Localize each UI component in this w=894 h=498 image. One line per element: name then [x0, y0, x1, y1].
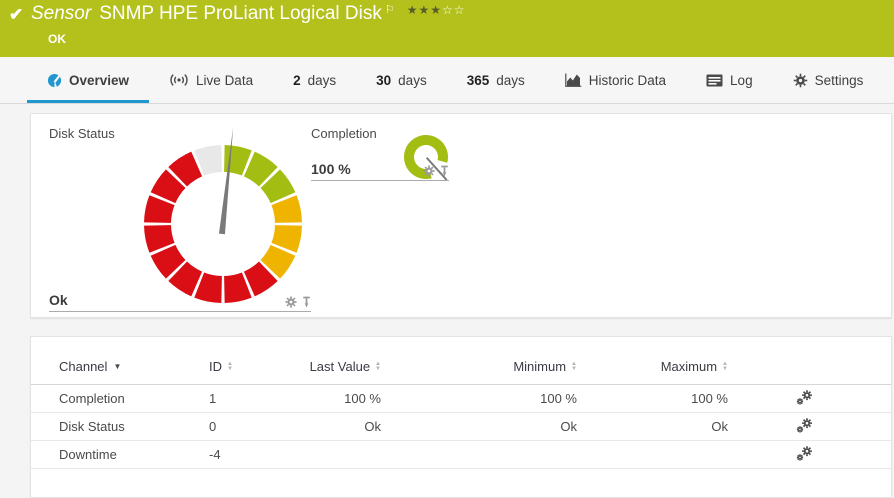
disk-status-value: Ok [49, 292, 68, 308]
cell-minimum: 100 % [381, 391, 577, 406]
column-header-minimum[interactable]: Minimum▲▼ [381, 359, 577, 374]
completion-gauge [391, 122, 461, 192]
cell-channel: Completion [59, 391, 209, 406]
star-empty-icon[interactable]: ☆ [454, 3, 466, 17]
table-row-disk-status[interactable]: Disk Status0OkOkOk [31, 413, 891, 441]
star-empty-icon[interactable]: ☆ [442, 3, 454, 17]
disk-status-gauge [123, 114, 323, 306]
tab-365-days[interactable]: 365days [447, 57, 545, 103]
tab-overview[interactable]: Overview [27, 57, 149, 103]
cell-maximum: Ok [577, 419, 728, 434]
log-icon [706, 74, 723, 87]
pin-icon[interactable] [440, 165, 449, 177]
sort-desc-icon: ▼ [113, 363, 121, 371]
overview-gauges-panel: Disk Status Completion Ok 100 % [30, 113, 892, 318]
priority-stars[interactable]: ★★★☆☆ [407, 3, 466, 17]
column-header-last-value[interactable]: Last Value▲▼ [299, 359, 381, 374]
sort-both-icon: ▲▼ [227, 362, 233, 372]
historic-data-icon [565, 73, 582, 87]
tab-2-days[interactable]: 2days [273, 57, 356, 103]
gear-icon[interactable] [423, 165, 435, 177]
gauge-icon [47, 73, 62, 88]
sensor-header: ✔ Sensor SNMP HPE ProLiant Logical Disk … [0, 0, 894, 57]
channel-settings-gears-icon[interactable] [796, 446, 813, 461]
completion-value-row: 100 % [311, 161, 449, 181]
cell-minimum: Ok [381, 419, 577, 434]
sort-both-icon: ▲▼ [722, 362, 728, 372]
cell-last-value: 100 % [299, 391, 381, 406]
disk-status-value-row: Ok [49, 292, 311, 312]
cell-id: 0 [209, 419, 299, 434]
cell-channel: Disk Status [59, 419, 209, 434]
tab-bar: OverviewLive Data2days30days365daysHisto… [0, 57, 894, 104]
tab-log[interactable]: Log [686, 57, 773, 103]
column-header-id[interactable]: ID▲▼ [209, 359, 299, 374]
star-filled-icon[interactable]: ★ [407, 3, 419, 17]
disk-status-gauge-label: Disk Status [49, 126, 115, 141]
tab-30-days[interactable]: 30days [356, 57, 447, 103]
star-filled-icon[interactable]: ★ [419, 3, 431, 17]
channels-table: Channel▼ID▲▼Last Value▲▼Minimum▲▼Maximum… [31, 337, 891, 469]
live-data-icon [169, 73, 189, 87]
completion-gauge-label: Completion [311, 126, 377, 141]
cell-maximum: 100 % [577, 391, 728, 406]
cell-id: -4 [209, 447, 299, 462]
column-header-maximum[interactable]: Maximum▲▼ [577, 359, 728, 374]
cell-channel: Downtime [59, 447, 209, 462]
column-header-channel[interactable]: Channel▼ [59, 359, 209, 374]
gear-icon[interactable] [285, 296, 297, 308]
table-row-downtime[interactable]: Downtime-4 [31, 441, 891, 469]
table-row-completion[interactable]: Completion1100 %100 %100 % [31, 385, 891, 413]
channels-table-panel: Channel▼ID▲▼Last Value▲▼Minimum▲▼Maximum… [30, 336, 892, 498]
tab-settings[interactable]: Settings [773, 57, 884, 103]
status-check-icon: ✔ [9, 5, 23, 25]
pin-icon[interactable] [302, 296, 311, 308]
cell-id: 1 [209, 391, 299, 406]
tab-live-data[interactable]: Live Data [149, 57, 273, 103]
table-header-row: Channel▼ID▲▼Last Value▲▼Minimum▲▼Maximum… [31, 349, 891, 385]
star-filled-icon[interactable]: ★ [430, 3, 442, 17]
channel-settings-gears-icon[interactable] [796, 390, 813, 405]
tab-historic-data[interactable]: Historic Data [545, 57, 686, 103]
channel-settings-gears-icon[interactable] [796, 418, 813, 433]
sensor-status-badge: OK [48, 32, 66, 46]
flag-marker-icon[interactable]: ⚐ [385, 3, 395, 16]
completion-value: 100 % [311, 161, 351, 177]
page-title: SNMP HPE ProLiant Logical Disk [99, 3, 382, 25]
object-kind-label: Sensor [31, 3, 91, 25]
gear-icon [793, 73, 808, 88]
cell-last-value: Ok [299, 419, 381, 434]
